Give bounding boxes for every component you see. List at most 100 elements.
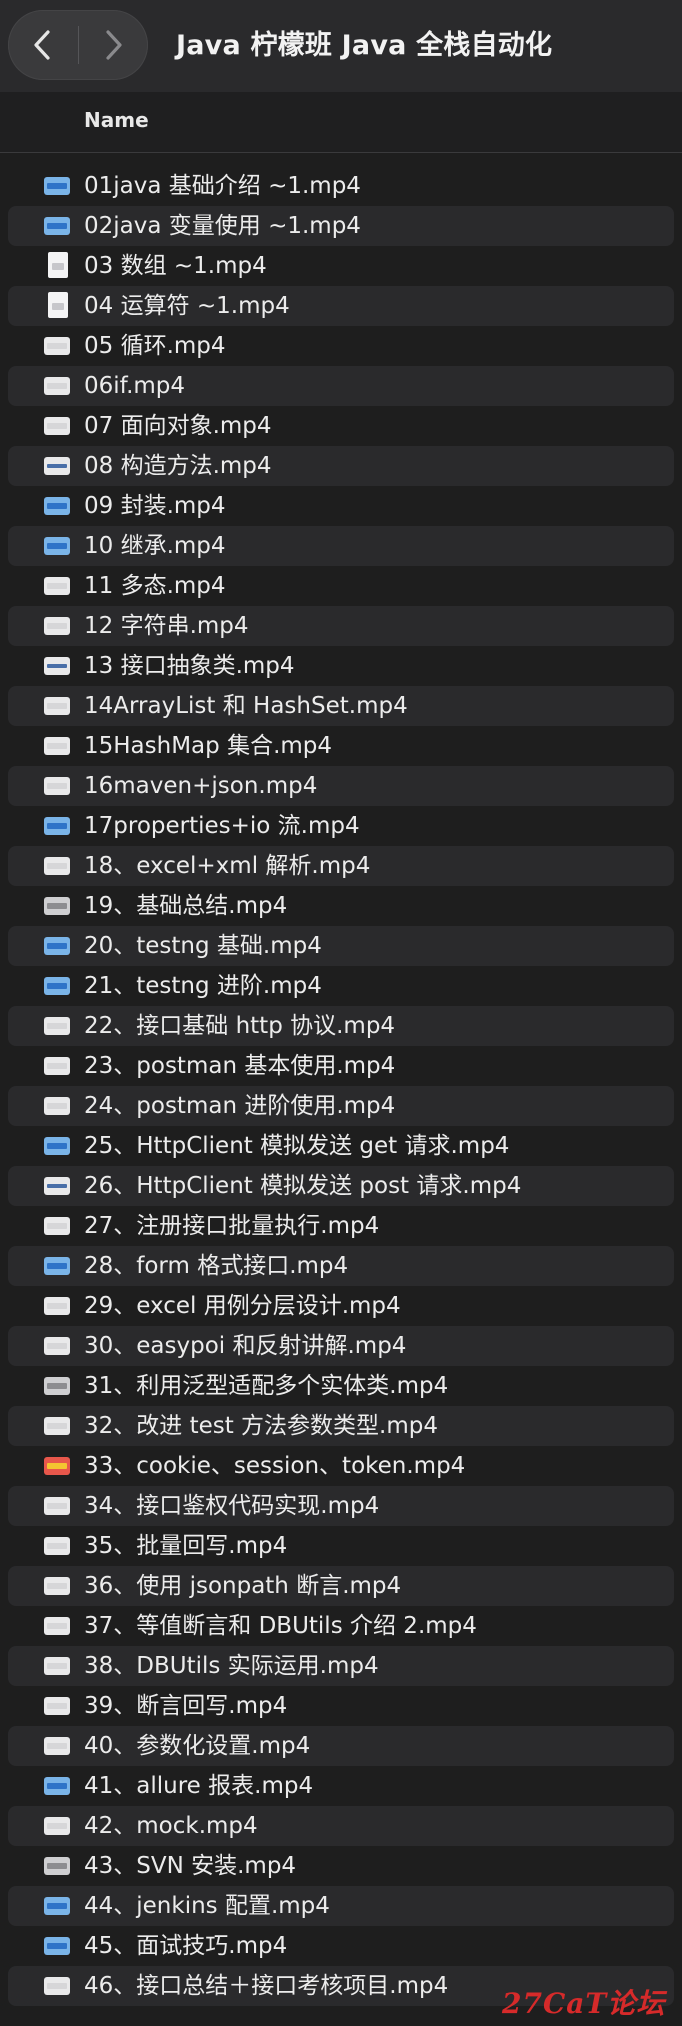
column-header: Name (0, 92, 682, 153)
file-row[interactable]: 10 继承.mp4 (8, 526, 674, 566)
file-name: 30、easypoi 和反射讲解.mp4 (84, 1333, 407, 1359)
file-name: 35、批量回写.mp4 (84, 1533, 288, 1559)
video-file-icon (44, 537, 70, 555)
back-button[interactable] (8, 10, 78, 80)
video-file-icon (44, 1417, 70, 1435)
file-row[interactable]: 05 循环.mp4 (8, 326, 674, 366)
svg-text:27CaT论坛: 27CaT论坛 (501, 1987, 668, 2020)
file-name: 29、excel 用例分层设计.mp4 (84, 1293, 401, 1319)
file-name: 04 运算符 ~1.mp4 (84, 293, 290, 319)
file-name: 13 接口抽象类.mp4 (84, 653, 295, 679)
file-name: 22、接口基础 http 协议.mp4 (84, 1013, 396, 1039)
file-name: 27、注册接口批量执行.mp4 (84, 1213, 380, 1239)
file-row[interactable]: 25、HttpClient 模拟发送 get 请求.mp4 (8, 1126, 674, 1166)
file-row[interactable]: 32、改进 test 方法参数类型.mp4 (8, 1406, 674, 1446)
file-name: 38、DBUtils 实际运用.mp4 (84, 1653, 379, 1679)
file-name: 39、断言回写.mp4 (84, 1693, 288, 1719)
file-row[interactable]: 40、参数化设置.mp4 (8, 1726, 674, 1766)
file-row[interactable]: 35、批量回写.mp4 (8, 1526, 674, 1566)
file-name: 43、SVN 安装.mp4 (84, 1853, 297, 1879)
video-file-icon (44, 1937, 70, 1955)
file-row[interactable]: 19、基础总结.mp4 (8, 886, 674, 926)
video-file-icon (44, 177, 70, 195)
file-row[interactable]: 14ArrayList 和 HashSet.mp4 (8, 686, 674, 726)
file-row[interactable]: 22、接口基础 http 协议.mp4 (8, 1006, 674, 1046)
file-row[interactable]: 11 多态.mp4 (8, 566, 674, 606)
file-name: 16maven+json.mp4 (84, 773, 318, 799)
video-file-icon (44, 1057, 70, 1075)
document-file-icon (48, 252, 68, 278)
file-name: 21、testng 进阶.mp4 (84, 973, 322, 999)
file-row[interactable]: 31、利用泛型适配多个实体类.mp4 (8, 1366, 674, 1406)
video-file-icon (44, 1977, 70, 1995)
video-file-icon (44, 1897, 70, 1915)
file-row[interactable]: 28、form 格式接口.mp4 (8, 1246, 674, 1286)
file-name: 17properties+io 流.mp4 (84, 813, 360, 839)
file-name: 23、postman 基本使用.mp4 (84, 1053, 396, 1079)
file-row[interactable]: 20、testng 基础.mp4 (8, 926, 674, 966)
file-row[interactable]: 34、接口鉴权代码实现.mp4 (8, 1486, 674, 1526)
video-file-icon (44, 417, 70, 435)
file-name: 37、等值断言和 DBUtils 介绍 2.mp4 (84, 1613, 477, 1639)
file-row[interactable]: 17properties+io 流.mp4 (8, 806, 674, 846)
file-row[interactable]: 44、jenkins 配置.mp4 (8, 1886, 674, 1926)
file-row[interactable]: 18、excel+xml 解析.mp4 (8, 846, 674, 886)
file-row[interactable]: 43、SVN 安装.mp4 (8, 1846, 674, 1886)
file-row[interactable]: 24、postman 进阶使用.mp4 (8, 1086, 674, 1126)
file-row[interactable]: 27、注册接口批量执行.mp4 (8, 1206, 674, 1246)
file-row[interactable]: 06if.mp4 (8, 366, 674, 406)
video-file-icon (44, 937, 70, 955)
file-name: 44、jenkins 配置.mp4 (84, 1893, 330, 1919)
forward-button[interactable] (79, 10, 149, 80)
name-column-header[interactable]: Name (84, 108, 149, 132)
file-name: 03 数组 ~1.mp4 (84, 253, 267, 279)
file-row[interactable]: 01java 基础介绍 ~1.mp4 (8, 166, 674, 206)
video-file-icon (44, 1177, 70, 1195)
video-file-icon (44, 1377, 70, 1395)
file-name: 46、接口总结＋接口考核项目.mp4 (84, 1973, 449, 1999)
file-row[interactable]: 36、使用 jsonpath 断言.mp4 (8, 1566, 674, 1606)
file-row[interactable]: 30、easypoi 和反射讲解.mp4 (8, 1326, 674, 1366)
file-name: 14ArrayList 和 HashSet.mp4 (84, 693, 408, 719)
file-row[interactable]: 16maven+json.mp4 (8, 766, 674, 806)
video-file-icon (44, 377, 70, 395)
video-file-icon (44, 1537, 70, 1555)
document-file-icon (48, 292, 68, 318)
video-file-icon (44, 1097, 70, 1115)
file-row[interactable]: 42、mock.mp4 (8, 1806, 674, 1846)
file-row[interactable]: 41、allure 报表.mp4 (8, 1766, 674, 1806)
file-row[interactable]: 12 字符串.mp4 (8, 606, 674, 646)
file-row[interactable]: 37、等值断言和 DBUtils 介绍 2.mp4 (8, 1606, 674, 1646)
file-row[interactable]: 33、cookie、session、token.mp4 (8, 1446, 674, 1486)
video-file-icon (44, 1657, 70, 1675)
file-row[interactable]: 38、DBUtils 实际运用.mp4 (8, 1646, 674, 1686)
file-row[interactable]: 26、HttpClient 模拟发送 post 请求.mp4 (8, 1166, 674, 1206)
file-row[interactable]: 39、断言回写.mp4 (8, 1686, 674, 1726)
file-row[interactable]: 04 运算符 ~1.mp4 (8, 286, 674, 326)
file-name: 20、testng 基础.mp4 (84, 933, 322, 959)
watermark-svg: 27CaT论坛 (501, 1987, 668, 2020)
file-row[interactable]: 09 封装.mp4 (8, 486, 674, 526)
file-row[interactable]: 29、excel 用例分层设计.mp4 (8, 1286, 674, 1326)
file-row[interactable]: 23、postman 基本使用.mp4 (8, 1046, 674, 1086)
file-row[interactable]: 03 数组 ~1.mp4 (8, 246, 674, 286)
file-row[interactable]: 02java 变量使用 ~1.mp4 (8, 206, 674, 246)
video-file-icon (44, 1217, 70, 1235)
video-file-icon (44, 1137, 70, 1155)
file-row[interactable]: 45、面试技巧.mp4 (8, 1926, 674, 1966)
file-name: 28、form 格式接口.mp4 (84, 1253, 349, 1279)
file-name: 33、cookie、session、token.mp4 (84, 1453, 466, 1479)
file-name: 07 面向对象.mp4 (84, 413, 272, 439)
file-row[interactable]: 08 构造方法.mp4 (8, 446, 674, 486)
file-row[interactable]: 07 面向对象.mp4 (8, 406, 674, 446)
file-name: 24、postman 进阶使用.mp4 (84, 1093, 396, 1119)
chevron-left-icon (34, 30, 50, 60)
file-row[interactable]: 13 接口抽象类.mp4 (8, 646, 674, 686)
video-file-icon (44, 857, 70, 875)
file-name: 01java 基础介绍 ~1.mp4 (84, 173, 361, 199)
file-row[interactable]: 15HashMap 集合.mp4 (8, 726, 674, 766)
file-name: 34、接口鉴权代码实现.mp4 (84, 1493, 380, 1519)
file-row[interactable]: 21、testng 进阶.mp4 (8, 966, 674, 1006)
file-name: 41、allure 报表.mp4 (84, 1773, 314, 1799)
video-file-icon (44, 897, 70, 915)
